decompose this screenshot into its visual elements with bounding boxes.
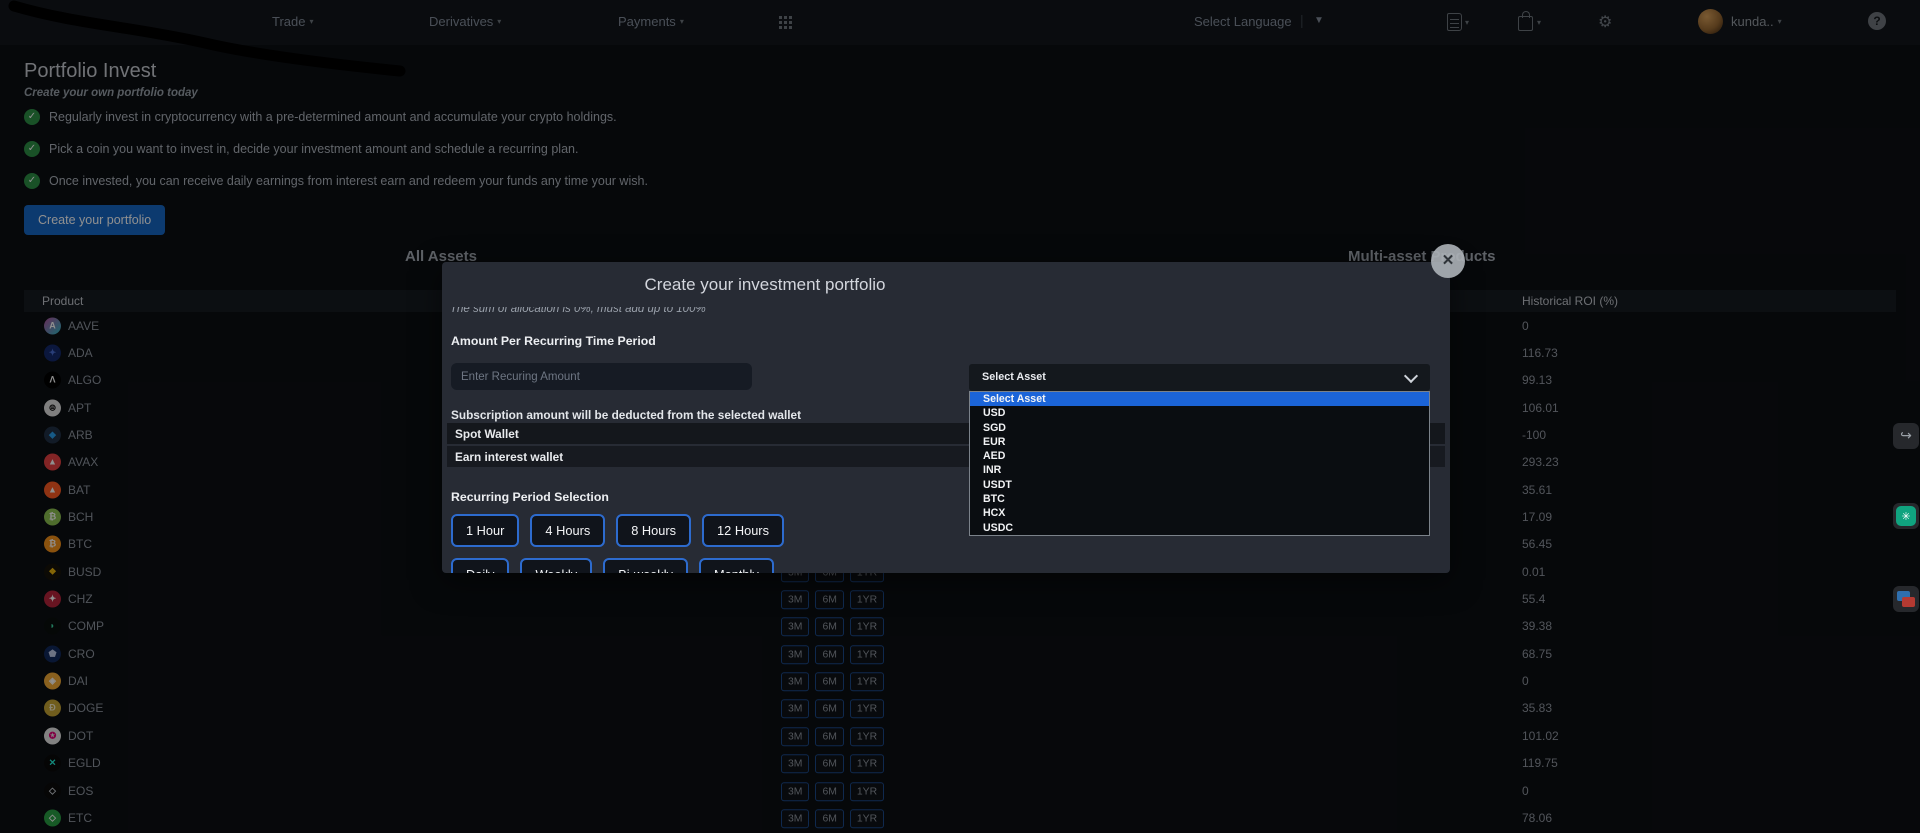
wallet-label: Spot Wallet <box>447 427 519 441</box>
period-button[interactable]: 8 Hours <box>616 514 691 547</box>
asset-select[interactable]: Select Asset <box>969 364 1430 391</box>
asset-option[interactable]: SGD <box>970 421 1429 435</box>
investment-portfolio-modal: Create your investment portfolio The sum… <box>442 262 1450 573</box>
asset-option[interactable]: USDC <box>970 521 1429 535</box>
period-buttons-hours: 1 Hour 4 Hours 8 Hours 12 Hours <box>451 514 784 547</box>
modal-close-button[interactable]: ✕ <box>1431 244 1465 278</box>
asset-option[interactable]: INR <box>970 463 1429 477</box>
asset-option[interactable]: HCX <box>970 506 1429 520</box>
period-button[interactable]: Monthly <box>699 558 774 573</box>
period-button[interactable]: Bi-weekly <box>603 558 688 573</box>
period-button[interactable]: Daily <box>451 558 509 573</box>
chat-bubbles-icon[interactable] <box>1893 586 1919 612</box>
asset-select-value: Select Asset <box>982 371 1046 383</box>
period-button[interactable]: Weekly <box>520 558 592 573</box>
asset-option[interactable]: USD <box>970 406 1429 420</box>
wallet-label: Earn interest wallet <box>447 450 563 464</box>
asset-options-listbox: Select Asset USD SGD EUR AED INR USDT BT… <box>969 391 1430 536</box>
asset-option[interactable]: USDT <box>970 478 1429 492</box>
amount-label: Amount Per Recurring Time Period <box>451 334 656 348</box>
period-buttons-days: Daily Weekly Bi-weekly Monthly <box>451 558 774 573</box>
asset-option[interactable]: EUR <box>970 435 1429 449</box>
wallet-note: Subscription amount will be deducted fro… <box>451 408 801 422</box>
period-button[interactable]: 12 Hours <box>702 514 784 547</box>
allocation-note: The sum of allocation is 0%, must add up… <box>450 307 706 315</box>
modal-title: Create your investment portfolio <box>645 275 886 295</box>
chevron-down-icon <box>1404 369 1418 383</box>
recurring-amount-input[interactable] <box>451 363 752 390</box>
recurring-period-label: Recurring Period Selection <box>451 490 609 504</box>
asset-option[interactable]: Select Asset <box>970 392 1429 406</box>
chatgpt-extension-icon[interactable]: ✳ <box>1893 503 1919 529</box>
period-button[interactable]: 4 Hours <box>530 514 605 547</box>
period-button[interactable]: 1 Hour <box>451 514 519 547</box>
allocation-note-wrapper: The sum of allocation is 0%, must add up… <box>450 307 706 319</box>
asset-option[interactable]: BTC <box>970 492 1429 506</box>
asset-option[interactable]: AED <box>970 449 1429 463</box>
share-arrow-icon[interactable]: ↪ <box>1893 423 1919 449</box>
